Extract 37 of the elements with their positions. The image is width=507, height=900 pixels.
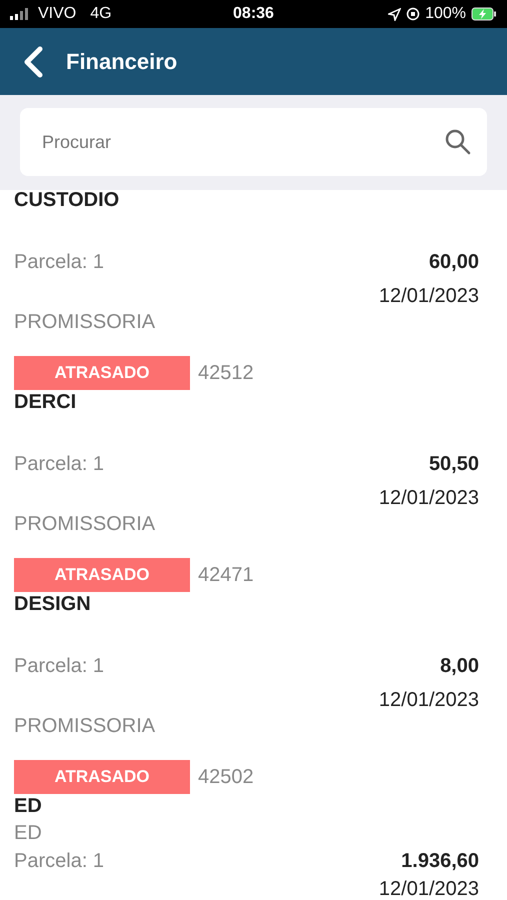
client-name: ED [14,795,42,817]
due-date: 12/01/2023 [378,486,479,510]
installment-label: Parcela: 1 [14,849,104,873]
network-type: 4G [90,4,112,24]
status-badge: ATRASADO [14,356,190,390]
amount: 50,50 [428,452,479,476]
header-title: Financeiro [66,48,178,76]
document-number: 42512 [198,361,254,386]
amount: 60,00 [428,250,479,274]
location-arrow-icon [388,8,402,20]
document-number: 42502 [198,765,254,790]
battery-percent: 100% [425,4,466,24]
client-name: CUSTODIO [14,189,120,211]
installment-label: Parcela: 1 [14,452,104,476]
document-type: PROMISSORIA [14,311,156,333]
client-subtitle: ED [14,822,42,844]
amount: 8,00 [440,654,479,678]
rotation-lock-icon [406,7,420,21]
clock-time: 08:36 [233,4,274,24]
client-name: DESIGN [14,593,91,615]
search-icon [445,129,471,155]
status-badge: ATRASADO [14,760,190,794]
installment-label: Parcela: 1 [14,654,104,678]
installment-label: Parcela: 1 [14,250,104,274]
due-date: 12/01/2023 [378,688,479,712]
search-field[interactable]: Procurar [20,108,487,176]
status-badge: ATRASADO [14,558,190,592]
due-date: 12/01/2023 [378,877,479,900]
document-type: PROMISSORIA [14,715,156,737]
document-type: PROMISSORIA [14,513,156,535]
due-date: 12/01/2023 [378,284,479,308]
client-name: DERCI [14,391,76,413]
carrier-name: VIVO [38,4,76,24]
battery-charging-icon [471,7,497,21]
document-number: 42471 [198,563,254,588]
back-chevron-icon[interactable] [22,46,44,78]
amount: 1.936,60 [401,849,479,873]
